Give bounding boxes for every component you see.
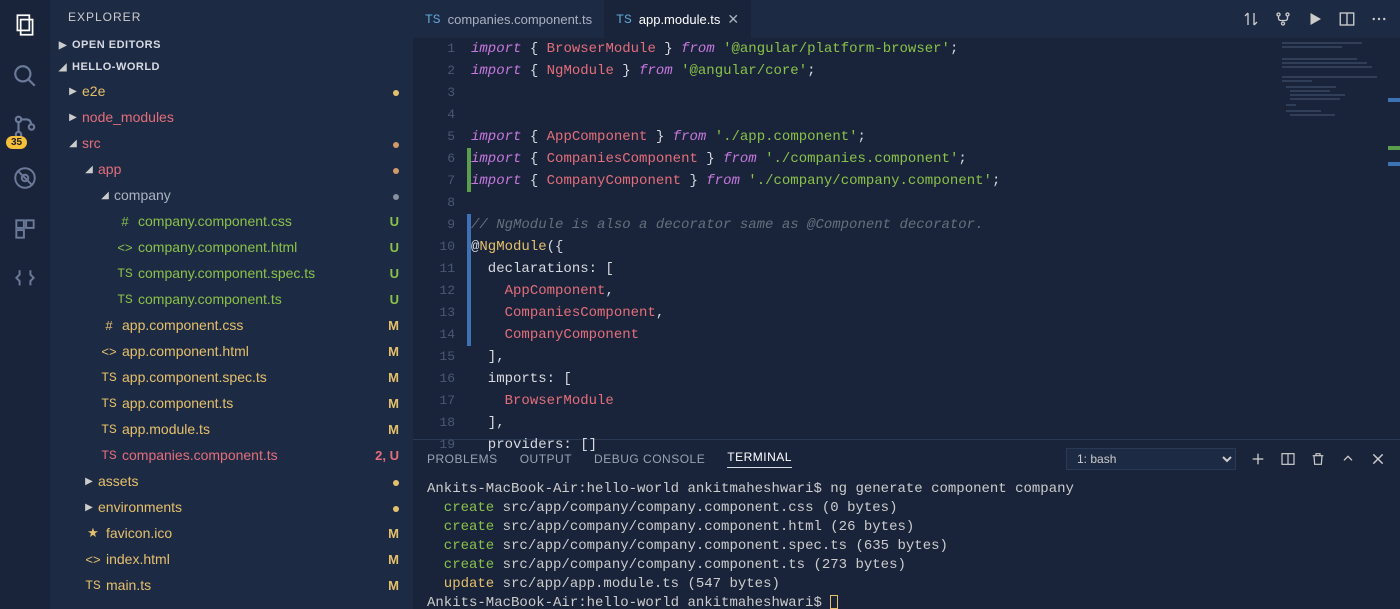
diff-branch-icon[interactable] <box>1274 10 1292 28</box>
diff-icon[interactable] <box>12 267 38 296</box>
trash-icon[interactable] <box>1310 451 1326 467</box>
minimap[interactable] <box>1278 38 1388 439</box>
compare-icon[interactable] <box>1242 10 1260 28</box>
tab-bar: TScompanies.component.ts TSapp.module.ts… <box>413 0 1400 38</box>
cursor-icon <box>830 595 838 609</box>
file-companies-ts[interactable]: TScompanies.component.ts2, U <box>50 442 413 468</box>
file-app-html[interactable]: <>app.component.htmlM <box>50 338 413 364</box>
folder-src[interactable]: ◢src <box>50 130 413 156</box>
tab-companies[interactable]: TScompanies.component.ts <box>413 0 604 38</box>
sidebar-title: EXPLORER <box>50 0 413 34</box>
code-area[interactable]: import { BrowserModule } from '@angular/… <box>471 38 1278 439</box>
ts-icon: TS <box>425 12 441 27</box>
file-app-spec[interactable]: TSapp.component.spec.tsM <box>50 364 413 390</box>
folder-node-modules[interactable]: ▶node_modules <box>50 104 413 130</box>
debug-icon[interactable] <box>12 165 38 194</box>
editor-actions <box>1230 0 1400 38</box>
folder-environments[interactable]: ▶environments <box>50 494 413 520</box>
editor[interactable]: 12345678910111213141516171819 import { B… <box>413 38 1400 439</box>
extensions-icon[interactable] <box>12 216 38 245</box>
more-icon[interactable] <box>1370 10 1388 28</box>
file-index[interactable]: <>index.htmlM <box>50 546 413 572</box>
file-company-css[interactable]: #company.component.cssU <box>50 208 413 234</box>
close-panel-icon[interactable] <box>1370 451 1386 467</box>
activity-bar: 35 <box>0 0 50 609</box>
file-company-ts[interactable]: TScompany.component.tsU <box>50 286 413 312</box>
editor-area: TScompanies.component.ts TSapp.module.ts… <box>413 0 1400 609</box>
bottom-panel: PROBLEMS OUTPUT DEBUG CONSOLE TERMINAL 1… <box>413 439 1400 609</box>
folder-app[interactable]: ◢app <box>50 156 413 182</box>
open-editors-header[interactable]: ▶OPEN EDITORS <box>50 34 413 56</box>
split-terminal-icon[interactable] <box>1280 451 1296 467</box>
ts-icon: TS <box>616 12 632 27</box>
close-icon[interactable]: ✕ <box>727 11 739 28</box>
folder-company[interactable]: ◢company <box>50 182 413 208</box>
explorer-icon[interactable] <box>12 12 38 41</box>
folder-e2e[interactable]: ▶e2e <box>50 78 413 104</box>
source-control-icon[interactable]: 35 <box>12 114 38 143</box>
project-header[interactable]: ◢HELLO-WORLD <box>50 56 413 78</box>
file-tree: ▶e2e ▶node_modules ◢src ◢app ◢company #c… <box>50 78 413 609</box>
search-icon[interactable] <box>12 63 38 92</box>
file-main[interactable]: TSmain.tsM <box>50 572 413 598</box>
gutter: 12345678910111213141516171819 <box>413 38 467 439</box>
terminal-output[interactable]: Ankits-MacBook-Air:hello-world ankitmahe… <box>413 476 1400 609</box>
folder-assets[interactable]: ▶assets <box>50 468 413 494</box>
tab-appmodule[interactable]: TSapp.module.ts✕ <box>604 0 751 38</box>
file-app-css[interactable]: #app.component.cssM <box>50 312 413 338</box>
file-company-html[interactable]: <>company.component.htmlU <box>50 234 413 260</box>
overview-ruler[interactable] <box>1388 38 1400 439</box>
sidebar: EXPLORER ▶OPEN EDITORS ◢HELLO-WORLD ▶e2e… <box>50 0 413 609</box>
file-app-ts[interactable]: TSapp.component.tsM <box>50 390 413 416</box>
scm-badge: 35 <box>6 136 27 149</box>
maximize-icon[interactable] <box>1340 451 1356 467</box>
run-icon[interactable] <box>1306 10 1324 28</box>
file-favicon[interactable]: ★favicon.icoM <box>50 520 413 546</box>
split-icon[interactable] <box>1338 10 1356 28</box>
file-company-spec[interactable]: TScompany.component.spec.tsU <box>50 260 413 286</box>
file-app-module[interactable]: TSapp.module.tsM <box>50 416 413 442</box>
